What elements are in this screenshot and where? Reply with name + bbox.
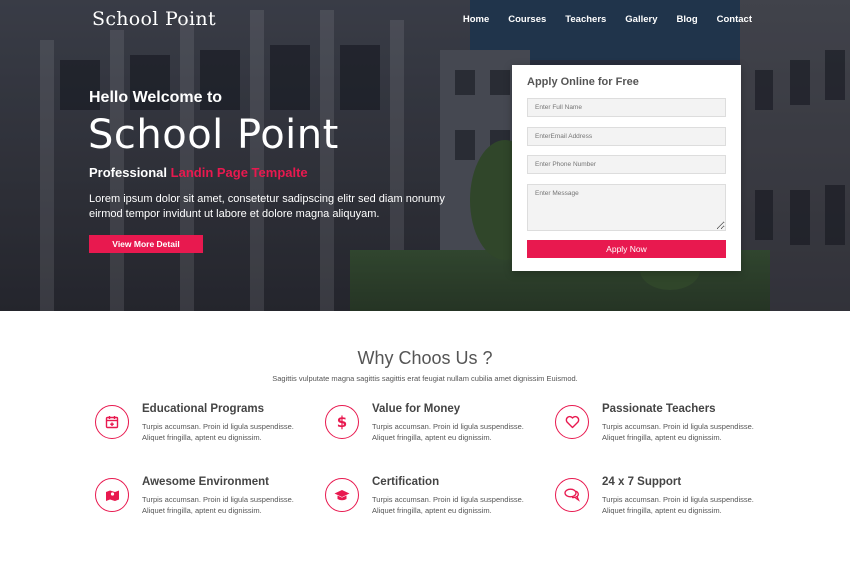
feature-title: Certification [372, 476, 440, 488]
email-field[interactable] [527, 127, 726, 146]
message-field[interactable] [527, 184, 726, 231]
logo[interactable]: School Point [92, 8, 216, 30]
feature-text: Turpis accumsan. Proin id ligula suspend… [602, 495, 754, 515]
feature-title: Educational Programs [142, 403, 265, 415]
hero-title: School Point [88, 112, 339, 158]
hero-subtitle-accent: Landin Page Tempalte [170, 165, 308, 180]
full-name-field[interactable] [527, 98, 726, 117]
feature-card: $ Value for Money Turpis accumsan. Proin… [325, 403, 555, 473]
hero-lead-text: Lorem ipsum dolor sit amet, consetetur s… [89, 193, 445, 220]
phone-field[interactable] [527, 155, 726, 174]
feature-card: Certification Turpis accumsan. Proin id … [325, 476, 555, 546]
feature-text: Turpis accumsan. Proin id ligula suspend… [602, 422, 754, 442]
nav-gallery[interactable]: Gallery [625, 14, 657, 25]
hero-subtitle: Professional Landin Page Tempalte [89, 165, 308, 180]
chat-icon [555, 478, 589, 512]
feature-text: Turpis accumsan. Proin id ligula suspend… [372, 495, 524, 515]
feature-card: Educational Programs Turpis accumsan. Pr… [95, 403, 325, 473]
hero-greeting: Hello Welcome to [89, 89, 223, 106]
feature-text: Turpis accumsan. Proin id ligula suspend… [372, 422, 524, 442]
heart-icon [555, 405, 589, 439]
hero-subtitle-prefix: Professional [89, 165, 168, 180]
feature-card: Passionate Teachers Turpis accumsan. Pro… [555, 403, 785, 473]
nav-blog[interactable]: Blog [677, 14, 698, 25]
feature-text: Turpis accumsan. Proin id ligula suspend… [142, 495, 294, 515]
calendar-icon [95, 405, 129, 439]
feature-title: 24 x 7 Support [602, 476, 682, 488]
why-section-subtitle: Sagittis vulputate magna sagittis sagitt… [272, 374, 578, 383]
feature-card: 24 x 7 Support Turpis accumsan. Proin id… [555, 476, 785, 546]
nav-home[interactable]: Home [463, 14, 489, 25]
feature-title: Passionate Teachers [602, 403, 716, 415]
main-nav: Home Courses Teachers Gallery Blog Conta… [463, 14, 752, 25]
apply-now-button[interactable]: Apply Now [527, 240, 726, 258]
nav-teachers[interactable]: Teachers [565, 14, 606, 25]
feature-text: Turpis accumsan. Proin id ligula suspend… [142, 422, 294, 442]
feature-card: Awesome Environment Turpis accumsan. Pro… [95, 476, 325, 546]
apply-form: Apply Online for Free Apply Now [512, 65, 741, 271]
feature-title: Awesome Environment [142, 476, 269, 488]
hero-section: School Point Home Courses Teachers Galle… [0, 0, 850, 311]
nav-courses[interactable]: Courses [508, 14, 546, 25]
nav-contact[interactable]: Contact [717, 14, 752, 25]
dollar-icon: $ [325, 405, 359, 439]
why-section-title: Why Choos Us ? [357, 348, 493, 368]
map-icon [95, 478, 129, 512]
feature-title: Value for Money [372, 403, 461, 415]
graduation-cap-icon [325, 478, 359, 512]
form-title: Apply Online for Free [527, 76, 639, 88]
view-more-button[interactable]: View More Detail [89, 235, 203, 253]
